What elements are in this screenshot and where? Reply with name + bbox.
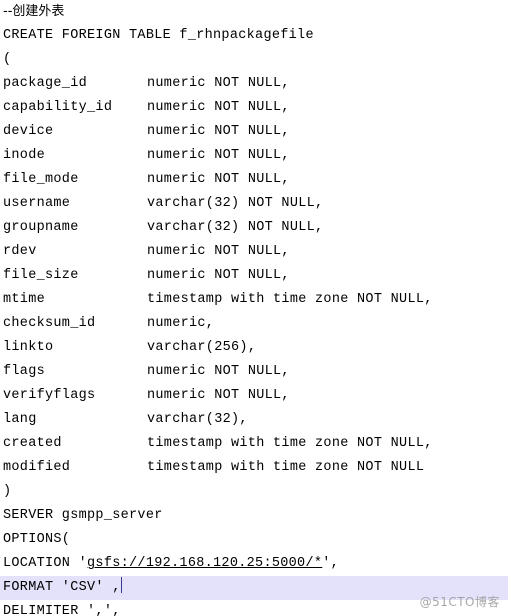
code-line[interactable]: verifyflags numeric NOT NULL, <box>0 384 508 408</box>
code-line[interactable]: linkto varchar(256), <box>0 336 508 360</box>
column-type: numeric NOT NULL, <box>147 244 290 259</box>
column-name: inode <box>3 148 46 163</box>
code-comment: --创建外表 <box>3 4 65 19</box>
column-name: flags <box>3 364 46 379</box>
code-text: SERVER gsmpp_server <box>3 508 163 523</box>
location-keyword: LOCATION ' <box>3 556 88 571</box>
code-line[interactable]: device numeric NOT NULL, <box>0 120 508 144</box>
code-line[interactable]: mtime timestamp with time zone NOT NULL, <box>0 288 508 312</box>
column-name: verifyflags <box>3 388 96 403</box>
column-type: varchar(32) NOT NULL, <box>147 220 324 235</box>
column-name: file_size <box>3 268 79 283</box>
text-cursor <box>120 577 122 593</box>
code-line[interactable]: checksum_id numeric, <box>0 312 508 336</box>
code-line[interactable]: capability_id numeric NOT NULL, <box>0 96 508 120</box>
code-line[interactable]: modified timestamp with time zone NOT NUL… <box>0 456 508 480</box>
column-name: groupname <box>3 220 79 235</box>
column-type: numeric NOT NULL, <box>147 100 290 115</box>
column-type: varchar(32), <box>147 412 248 427</box>
column-name: modified <box>3 460 71 475</box>
code-line[interactable]: LOCATION 'gsfs://192.168.120.25:5000/*', <box>0 552 508 576</box>
column-name: linkto <box>3 340 54 355</box>
code-line[interactable]: file_size numeric NOT NULL, <box>0 264 508 288</box>
column-type: numeric NOT NULL, <box>147 124 290 139</box>
code-line[interactable]: flags numeric NOT NULL, <box>0 360 508 384</box>
code-text: ( <box>3 52 12 67</box>
column-type: timestamp with time zone NOT NULL, <box>147 436 433 451</box>
code-line[interactable]: rdev numeric NOT NULL, <box>0 240 508 264</box>
column-name: device <box>3 124 54 139</box>
column-type: numeric, <box>147 316 215 331</box>
code-text: CREATE FOREIGN TABLE f_rhnpackagefile <box>3 28 314 43</box>
column-type: numeric NOT NULL, <box>147 364 290 379</box>
column-name: lang <box>3 412 37 427</box>
code-text: OPTIONS( <box>3 532 71 547</box>
column-name: rdev <box>3 244 37 259</box>
column-type: varchar(32) NOT NULL, <box>147 196 324 211</box>
code-text: DELIMITER ',', <box>3 604 130 616</box>
column-name: capability_id <box>3 100 113 115</box>
column-name: username <box>3 196 71 211</box>
code-text: ) <box>3 484 12 499</box>
column-type: numeric NOT NULL, <box>147 148 290 163</box>
code-line[interactable]: CREATE FOREIGN TABLE f_rhnpackagefile <box>0 24 508 48</box>
code-line[interactable]: SERVER gsmpp_server <box>0 504 508 528</box>
column-type: numeric NOT NULL, <box>147 268 290 283</box>
column-type: varchar(256), <box>147 340 257 355</box>
column-type: numeric NOT NULL, <box>147 76 290 91</box>
column-type: numeric NOT NULL, <box>147 172 290 187</box>
column-name: checksum_id <box>3 316 96 331</box>
code-line[interactable]: OPTIONS( <box>0 528 508 552</box>
code-line[interactable]: lang varchar(32), <box>0 408 508 432</box>
column-type: timestamp with time zone NOT NULL, <box>147 292 433 307</box>
code-line[interactable]: created timestamp with time zone NOT NULL… <box>0 432 508 456</box>
column-name: package_id <box>3 76 88 91</box>
code-line[interactable]: file_mode numeric NOT NULL, <box>0 168 508 192</box>
code-line[interactable]: username varchar(32) NOT NULL, <box>0 192 508 216</box>
column-name: created <box>3 436 62 451</box>
column-type: timestamp with time zone NOT NULL <box>147 460 425 475</box>
code-line[interactable]: package_id numeric NOT NULL, <box>0 72 508 96</box>
code-line[interactable]: ( <box>0 48 508 72</box>
column-name: mtime <box>3 292 46 307</box>
code-editor-screenshot: --创建外表 CREATE FOREIGN TABLE f_rhnpackagef… <box>0 0 508 616</box>
code-line[interactable]: groupname varchar(32) NOT NULL, <box>0 216 508 240</box>
code-line[interactable]: ) <box>0 480 508 504</box>
column-name: file_mode <box>3 172 79 187</box>
code-line[interactable]: --创建外表 <box>0 0 508 24</box>
watermark-label: @51CTO博客 <box>419 595 500 609</box>
sql-code-block[interactable]: --创建外表 CREATE FOREIGN TABLE f_rhnpackagef… <box>0 0 508 616</box>
column-type: numeric NOT NULL, <box>147 388 290 403</box>
code-text: FORMAT 'CSV' , <box>3 580 121 595</box>
code-line[interactable]: inode numeric NOT NULL, <box>0 144 508 168</box>
location-suffix: ', <box>322 556 340 571</box>
location-url: gsfs://192.168.120.25:5000/* <box>87 556 323 571</box>
